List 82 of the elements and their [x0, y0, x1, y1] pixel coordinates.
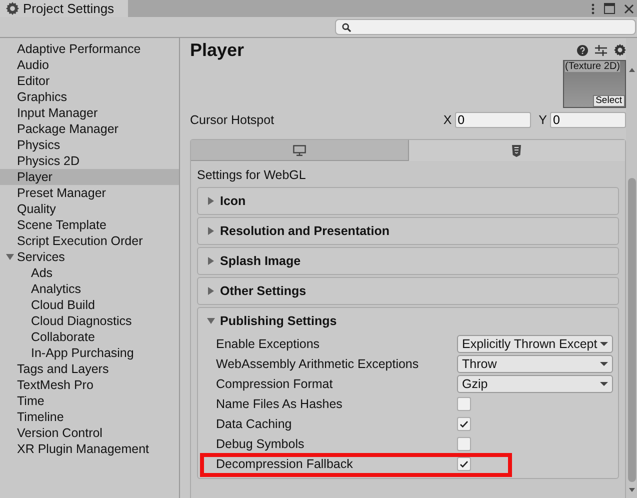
field-label: Enable Exceptions [216, 337, 321, 351]
sidebar-item[interactable]: Audio [4, 57, 179, 73]
sidebar-item[interactable]: Quality [4, 201, 179, 217]
sidebar-item[interactable]: Cloud Build [4, 297, 179, 313]
collapsed-arrow-icon [206, 287, 215, 295]
sidebar-item[interactable]: XR Plugin Management [4, 441, 179, 457]
window-tab[interactable]: Project Settings [0, 0, 128, 17]
field-label: Cursor Hotspot [190, 113, 274, 127]
sidebar-item[interactable]: Input Manager [4, 105, 179, 121]
caret-icon [600, 362, 608, 366]
sidebar-item[interactable]: Editor [4, 73, 179, 89]
checkbox[interactable] [457, 417, 471, 431]
maximize-icon[interactable] [604, 3, 615, 14]
sidebar-item[interactable]: Player [0, 169, 179, 185]
sidebar-item[interactable]: Physics 2D [4, 153, 179, 169]
more-options-icon[interactable] [591, 2, 595, 14]
texture-preview[interactable]: (Texture 2D) Select [563, 60, 626, 108]
x-label: X [443, 113, 452, 127]
expanded-arrow-icon[interactable] [5, 253, 14, 261]
collapsed-arrow-icon [206, 227, 215, 235]
sidebar-item[interactable]: Graphics [4, 89, 179, 105]
texture-type-label: (Texture 2D) [565, 61, 620, 72]
settings-icon[interactable] [614, 44, 626, 56]
scrollbar-thumb[interactable] [628, 178, 636, 482]
sidebar-item[interactable]: Adaptive Performance [4, 41, 179, 57]
section-header[interactable]: Other Settings [198, 278, 618, 304]
sidebar-item[interactable]: Preset Manager [4, 185, 179, 201]
field-label: WebAssembly Arithmetic Exceptions [216, 357, 420, 371]
sidebar-item[interactable]: Cloud Diagnostics [4, 313, 179, 329]
checkbox[interactable] [457, 437, 471, 451]
field-label: Data Caching [216, 417, 293, 431]
sliders-icon[interactable] [595, 44, 607, 56]
window-title: Project Settings [23, 1, 114, 16]
collapsed-arrow-icon [206, 197, 215, 205]
section-header[interactable]: Resolution and Presentation [198, 218, 618, 244]
dropdown[interactable]: Throw [457, 355, 613, 373]
sidebar-item[interactable]: Services [4, 249, 179, 265]
monitor-icon [292, 144, 306, 156]
search-field[interactable] [335, 19, 636, 35]
field-label: Compression Format [216, 377, 334, 391]
scroll-up-icon[interactable] [629, 68, 635, 72]
field-label: Debug Symbols [216, 437, 306, 451]
sidebar-item[interactable]: Scene Template [4, 217, 179, 233]
checkbox[interactable] [457, 457, 471, 471]
field-label: Decompression Fallback [216, 457, 354, 471]
collapsed-arrow-icon [206, 257, 215, 265]
y-label: Y [538, 113, 547, 127]
expanded-arrow-icon [206, 317, 215, 325]
sidebar-item[interactable]: Time [4, 393, 179, 409]
sidebar-item[interactable]: Script Execution Order [4, 233, 179, 249]
help-icon[interactable] [577, 44, 588, 56]
dropdown[interactable]: Explicitly Thrown Except [457, 335, 613, 353]
checkmark-icon [459, 419, 469, 429]
section-header[interactable]: Publishing Settings [198, 308, 618, 334]
sidebar-item[interactable]: Collaborate [4, 329, 179, 345]
caret-icon [600, 382, 608, 386]
sidebar-item[interactable]: Ads [4, 265, 179, 281]
checkbox[interactable] [457, 397, 471, 411]
scroll-down-icon[interactable] [629, 488, 635, 492]
section-header[interactable]: Splash Image [198, 248, 618, 274]
sidebar-item[interactable]: In-App Purchasing [4, 345, 179, 361]
sidebar-item[interactable]: Package Manager [4, 121, 179, 137]
x-input-field[interactable]: 0 [454, 112, 531, 128]
sidebar-item[interactable]: Analytics [4, 281, 179, 297]
checkmark-icon [459, 459, 469, 469]
section-header[interactable]: Icon [198, 188, 618, 214]
dropdown[interactable]: Gzip [457, 375, 613, 393]
close-icon[interactable] [624, 4, 634, 14]
search-icon [342, 22, 351, 32]
panel-title: Player [190, 40, 244, 60]
y-input-field[interactable]: 0 [550, 112, 626, 128]
caret-icon [600, 342, 608, 346]
sidebar-item[interactable]: Version Control [4, 425, 179, 441]
settings-icon [6, 2, 19, 15]
sidebar-item[interactable]: Timeline [4, 409, 179, 425]
sidebar-item[interactable]: Tags and Layers [4, 361, 179, 377]
sidebar-item[interactable]: TextMesh Pro [4, 377, 179, 393]
html5-shield-icon [512, 144, 522, 156]
field-label: Name Files As Hashes [216, 397, 344, 411]
settings-heading: Settings for WebGL [197, 167, 307, 184]
sidebar-item[interactable]: Physics [4, 137, 179, 153]
select-button[interactable]: Select [592, 95, 625, 107]
